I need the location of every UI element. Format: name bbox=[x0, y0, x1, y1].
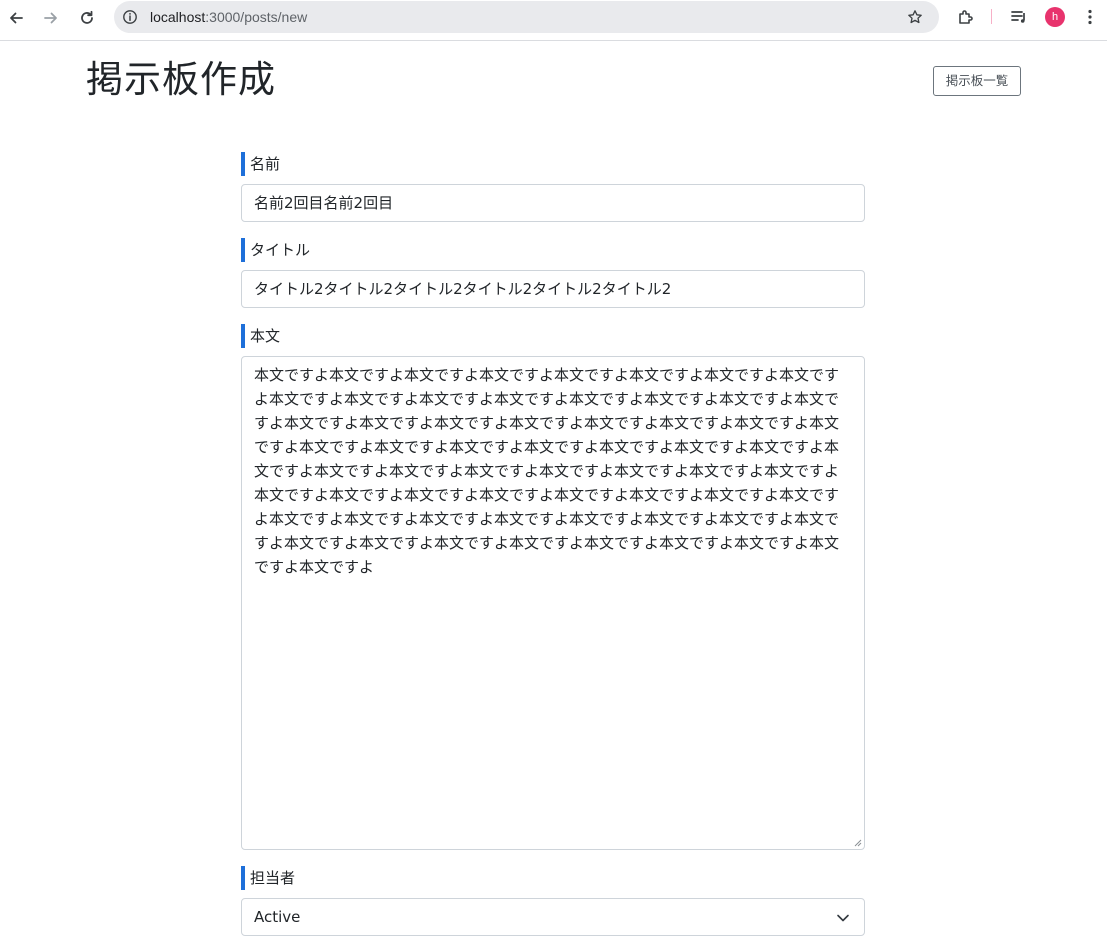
assignee-selected-value: Active bbox=[254, 908, 301, 926]
title-label: タイトル bbox=[241, 238, 310, 262]
info-icon[interactable] bbox=[122, 9, 138, 25]
menu-icon bbox=[1088, 9, 1092, 25]
forward-icon bbox=[44, 12, 57, 24]
assignee-select[interactable]: Active bbox=[241, 898, 865, 936]
profile-avatar[interactable]: h bbox=[1045, 7, 1065, 27]
back-button[interactable] bbox=[3, 5, 29, 31]
body-label: 本文 bbox=[241, 324, 280, 348]
toolbar-separator bbox=[991, 9, 992, 24]
media-icon bbox=[1011, 11, 1025, 23]
board-list-button[interactable]: 掲示板一覧 bbox=[933, 66, 1021, 96]
assignee-label: 担当者 bbox=[241, 866, 295, 890]
address-bar[interactable]: localhost:3000/posts/new bbox=[114, 1, 939, 33]
browser-toolbar: localhost:3000/posts/new h bbox=[0, 0, 1107, 41]
extensions-icon bbox=[959, 10, 973, 24]
chevron-down-icon bbox=[837, 914, 849, 922]
back-icon bbox=[10, 12, 23, 24]
menu-button[interactable] bbox=[1078, 5, 1102, 29]
media-button[interactable] bbox=[1007, 5, 1031, 29]
url-path: :3000/posts/new bbox=[205, 9, 308, 25]
url-host: localhost bbox=[150, 9, 206, 25]
reload-button[interactable] bbox=[74, 5, 100, 31]
name-label: 名前 bbox=[241, 152, 280, 176]
reload-icon bbox=[81, 10, 93, 24]
url-text[interactable]: localhost:3000/posts/new bbox=[150, 9, 307, 25]
page-title: 掲示板作成 bbox=[86, 58, 276, 101]
body-textarea[interactable]: 本文ですよ本文ですよ本文ですよ本文ですよ本文ですよ本文ですよ本文ですよ本文ですよ… bbox=[241, 356, 865, 850]
extensions-button[interactable] bbox=[954, 5, 978, 29]
body-text: 本文ですよ本文ですよ本文ですよ本文ですよ本文ですよ本文ですよ本文ですよ本文ですよ… bbox=[254, 366, 840, 576]
forward-button[interactable] bbox=[38, 5, 64, 31]
name-field[interactable]: 名前2回目名前2回目 bbox=[241, 184, 865, 222]
title-field[interactable]: タイトル2タイトル2タイトル2タイトル2タイトル2タイトル2 bbox=[241, 270, 865, 308]
resize-handle-icon[interactable] bbox=[854, 839, 862, 847]
star-icon[interactable] bbox=[907, 9, 923, 25]
